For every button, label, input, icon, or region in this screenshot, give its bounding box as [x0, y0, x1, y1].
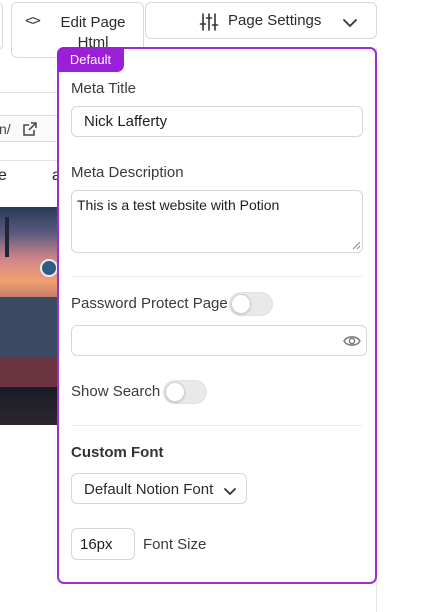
show-search-toggle[interactable]	[163, 380, 207, 404]
image-car	[0, 357, 60, 387]
meta-title-label: Meta Title	[71, 80, 137, 97]
custom-font-selected: Default Notion Font	[84, 481, 214, 498]
nav-item[interactable]: e	[0, 167, 7, 185]
password-protect-toggle[interactable]	[229, 292, 273, 316]
image-pole	[5, 217, 9, 257]
eye-icon[interactable]	[343, 334, 361, 348]
meta-description-label: Meta Description	[71, 164, 184, 181]
section-divider	[71, 425, 363, 426]
site-url-text: n/	[0, 121, 11, 137]
cover-image	[0, 207, 60, 425]
left-toolbar-button[interactable]	[0, 2, 3, 50]
toggle-knob	[165, 382, 185, 402]
code-icon: <>	[25, 13, 41, 29]
meta-description-input[interactable]: This is a test website with Potion	[71, 190, 363, 253]
section-divider	[71, 276, 363, 277]
custom-font-select[interactable]: Default Notion Font	[71, 473, 247, 504]
chevron-down-icon	[223, 484, 237, 501]
page-settings-button[interactable]: Page Settings	[145, 2, 377, 39]
default-badge: Default	[57, 47, 124, 72]
background-divider	[0, 160, 60, 161]
page-settings-label: Page Settings	[228, 12, 322, 29]
resize-grip-icon[interactable]	[352, 241, 361, 250]
font-size-label: Font Size	[143, 536, 207, 553]
password-protect-label: Password Protect Page	[71, 295, 228, 312]
background-divider	[0, 92, 60, 93]
meta-title-input[interactable]	[71, 106, 363, 137]
custom-font-heading: Custom Font	[71, 444, 164, 461]
sliders-icon	[199, 12, 219, 36]
font-size-input[interactable]	[71, 528, 135, 560]
password-input[interactable]	[71, 325, 367, 356]
vw-logo	[40, 259, 58, 277]
chevron-down-icon	[342, 15, 358, 32]
show-search-label: Show Search	[71, 383, 161, 400]
external-link-icon[interactable]	[21, 120, 39, 143]
site-url-bar[interactable]: n/	[0, 115, 60, 142]
page-settings-panel: Default Meta Title Meta Description This…	[57, 47, 377, 584]
toggle-knob	[231, 294, 251, 314]
